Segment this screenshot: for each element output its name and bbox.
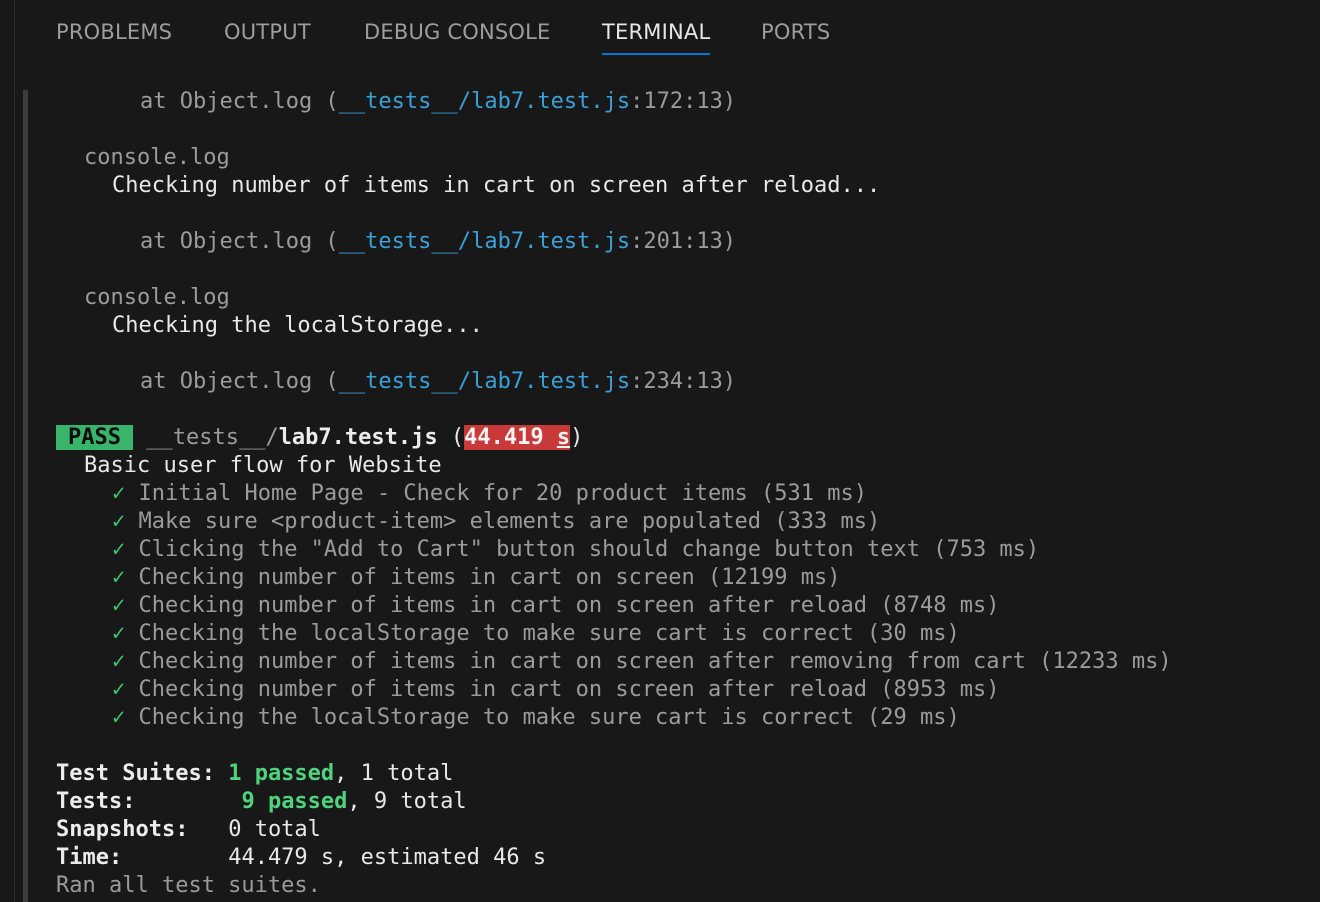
test-case-label: Checking the localStorage to make sure c… [138,621,960,646]
test-suite-name: Basic user flow for Website [84,453,442,478]
test-case-row: ✓ Checking the localStorage to make sure… [112,704,960,732]
test-case-label: Clicking the "Add to Cart" button should… [138,537,1040,562]
test-case-row: ✓ Checking number of items in cart on sc… [112,564,841,592]
pass-badge: PASS [56,425,133,450]
test-file-dir: __tests__/ [146,425,279,450]
file-link[interactable]: __tests__/lab7.test.js [339,89,630,114]
tab-terminal[interactable]: TERMINAL [602,18,711,55]
check-icon: ✓ [112,565,126,590]
check-icon: ✓ [112,705,126,730]
test-case-row: ✓ Clicking the "Add to Cart" button shou… [112,536,1039,564]
console-log-label: console.log [84,285,230,310]
test-case-row: ✓ Make sure <product-item> elements are … [112,508,880,536]
tab-ports[interactable]: PORTS [761,18,830,46]
test-case-label: Checking the localStorage to make sure c… [138,705,960,730]
tab-problems[interactable]: PROBLEMS [56,18,172,46]
check-icon: ✓ [112,593,126,618]
test-file-result: PASS __tests__/lab7.test.js (44.419 s) [56,424,583,452]
summary-test-suites: Test Suites: 1 passed, 1 total [56,761,454,786]
slow-duration-badge: 44.419 s [464,425,571,450]
file-link[interactable]: __tests__/lab7.test.js [339,369,630,394]
tab-debug-console[interactable]: DEBUG CONSOLE [364,18,551,46]
test-case-row: ✓ Checking number of items in cart on sc… [112,676,999,704]
check-icon: ✓ [112,677,126,702]
summary-time: Time: 44.479 s, estimated 46 s [56,845,547,870]
terminal-output[interactable]: at Object.log (__tests__/lab7.test.js:17… [0,62,1320,902]
console-log-label: console.log [84,145,230,170]
test-case-row: ✓ Checking the localStorage to make sure… [112,620,960,648]
check-icon: ✓ [112,537,126,562]
check-icon: ✓ [112,509,126,534]
panel-tab-bar: PROBLEMS OUTPUT DEBUG CONSOLE TERMINAL P… [0,0,1320,62]
test-case-label: Make sure <product-item> elements are po… [138,509,881,534]
log-location: at Object.log (__tests__/lab7.test.js:23… [140,369,737,394]
test-file-name: lab7.test.js [278,425,438,450]
test-case-row: ✓ Checking number of items in cart on sc… [112,592,999,620]
test-case-label: Checking number of items in cart on scre… [138,677,1000,702]
test-case-label: Checking number of items in cart on scre… [138,565,841,590]
log-location: at Object.log (__tests__/lab7.test.js:17… [140,89,737,114]
test-case-row: ✓ Checking number of items in cart on sc… [112,648,1172,676]
tab-output[interactable]: OUTPUT [224,18,311,46]
terminal-scroll-indicator[interactable] [23,90,28,902]
test-case-label: Checking number of items in cart on scre… [138,593,1000,618]
log-location: at Object.log (__tests__/lab7.test.js:20… [140,229,737,254]
summary-ran-all: Ran all test suites. [56,873,321,898]
test-case-label: Initial Home Page - Check for 20 product… [138,481,867,506]
check-icon: ✓ [112,481,126,506]
console-log-message: Checking number of items in cart on scre… [112,173,881,198]
summary-snapshots: Snapshots: 0 total [56,817,321,842]
file-link[interactable]: __tests__/lab7.test.js [339,229,630,254]
test-case-row: ✓ Initial Home Page - Check for 20 produ… [112,480,867,508]
console-log-message: Checking the localStorage... [112,313,483,338]
check-icon: ✓ [112,621,126,646]
summary-tests: Tests: 9 passed, 9 total [56,789,467,814]
check-icon: ✓ [112,649,126,674]
test-case-label: Checking number of items in cart on scre… [138,649,1172,674]
